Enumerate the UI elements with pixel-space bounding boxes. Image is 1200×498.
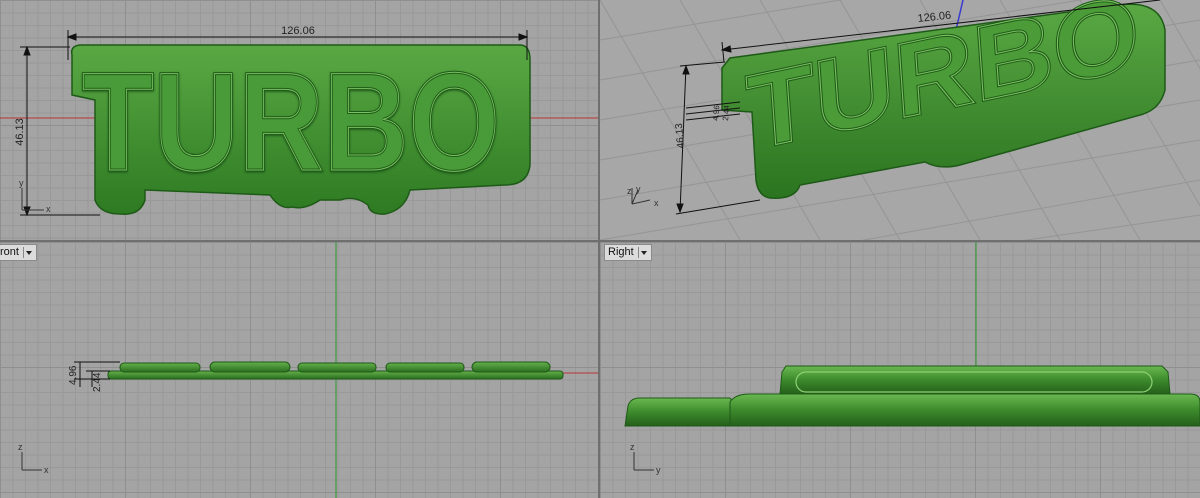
axis-z-label: z: [18, 442, 23, 452]
right-profile: [624, 365, 1200, 427]
front-viewport[interactable]: 4.96 2.44 z x ront: [0, 242, 598, 498]
axis-z-label: z: [630, 442, 635, 452]
viewport-tab-label: Right: [608, 246, 634, 258]
axis-widget: [631, 188, 651, 205]
axis-widget: [21, 452, 42, 471]
axis-y-label: y: [19, 178, 24, 188]
viewport-tab-right[interactable]: Right: [604, 244, 652, 261]
perspective-viewport[interactable]: TURBO TURBO 126.06 46.13 4.96 2.44 z y x: [600, 0, 1200, 240]
axis-y-label: y: [636, 184, 641, 194]
viewport-tab-label: ront: [0, 246, 19, 258]
small-dimension-b: 2.44: [721, 104, 731, 121]
axis-x-label: x: [654, 198, 659, 208]
width-dimension-label: 126.06: [281, 25, 315, 37]
height-dimension-label: 46.13: [14, 118, 26, 146]
perspective-viewport-scene: TURBO TURBO 126.06 46.13 4.96 2.44 z y x: [600, 0, 1200, 240]
viewport-tab-front[interactable]: ront: [0, 244, 37, 261]
chevron-down-icon[interactable]: [637, 247, 648, 258]
chevron-down-icon[interactable]: [22, 247, 33, 258]
axis-x-label: x: [44, 465, 49, 475]
axis-y-label: y: [656, 465, 661, 475]
height-dimension-label: 46.13: [674, 122, 687, 148]
turbo-letters-inner: TURBO: [82, 43, 500, 200]
front-viewport-scene: 4.96 2.44 z x: [18, 242, 598, 498]
small-dimension-a: 4.96: [711, 104, 721, 121]
axis-widget: [633, 452, 654, 471]
front-profile: [107, 361, 564, 380]
top-viewport-scene: TURBO TURBO 126.06 46.13 y x: [0, 25, 598, 217]
total-thickness-label: 4.96: [68, 365, 79, 385]
axis-x-label: x: [46, 204, 51, 214]
right-viewport[interactable]: z y Right: [600, 242, 1200, 498]
rhino-quad-viewports: TURBO TURBO 126.06 46.13 y x TURBO TURBO…: [0, 0, 1200, 498]
right-viewport-scene: z y: [624, 242, 1200, 475]
base-thickness-label: 2.44: [92, 372, 103, 392]
axis-z-label: z: [627, 186, 632, 196]
top-viewport[interactable]: TURBO TURBO 126.06 46.13 y x: [0, 0, 598, 240]
